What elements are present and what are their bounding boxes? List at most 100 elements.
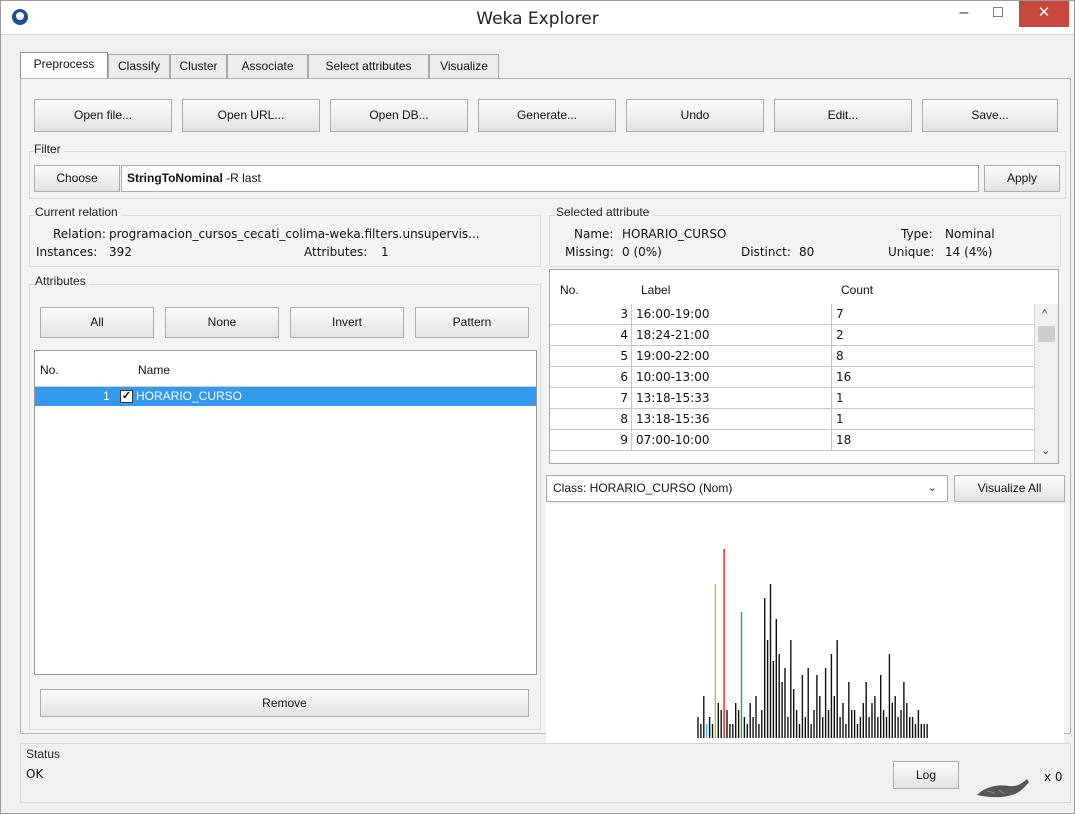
label-table-header: No. Label Count: [550, 270, 1058, 304]
selected-attribute-group: [549, 215, 1061, 267]
attributes-count-value: 1: [381, 245, 389, 259]
row-no: 9: [550, 430, 632, 451]
row-label: 18:24-21:00: [632, 325, 832, 346]
row-no: 5: [550, 346, 632, 367]
weka-bird-icon: [977, 779, 1029, 798]
apply-filter-button[interactable]: Apply: [984, 165, 1060, 192]
unique-label: Unique:: [888, 245, 935, 259]
row-count: 16: [832, 367, 1035, 388]
attribute-no: 1: [103, 389, 110, 403]
visualize-all-button[interactable]: Visualize All: [954, 475, 1065, 502]
unique-value: 14 (4%): [945, 245, 993, 259]
row-count: 1: [832, 388, 1035, 409]
generate-button[interactable]: Generate...: [478, 99, 616, 132]
row-label: 07:00-10:00: [632, 430, 832, 451]
type-value: Nominal: [945, 227, 995, 241]
name-value: HORARIO_CURSO: [622, 227, 727, 241]
instances-value: 392: [109, 245, 132, 259]
scroll-thumb[interactable]: [1038, 326, 1055, 342]
table-row[interactable]: 9 07:00-10:00 18: [550, 430, 1035, 451]
col-count-header[interactable]: Count: [841, 283, 873, 297]
instances-label: Instances:: [36, 245, 98, 259]
edit-button[interactable]: Edit...: [774, 99, 912, 132]
attributes-count-label: Attributes:: [304, 245, 368, 259]
tab-classify[interactable]: Classify: [108, 54, 170, 79]
tab-cluster[interactable]: Cluster: [170, 54, 227, 79]
attribute-checkbox[interactable]: ✓: [120, 390, 133, 403]
current-relation-group: [29, 215, 541, 267]
filter-options: -R last: [226, 171, 261, 185]
table-row[interactable]: 4 18:24-21:00 2: [550, 325, 1035, 346]
row-label: 13:18-15:33: [632, 388, 832, 409]
tab-associate[interactable]: Associate: [227, 54, 308, 79]
filter-text-field[interactable]: StringToNominal -R last: [121, 165, 979, 192]
col-no-header[interactable]: No.: [560, 283, 579, 297]
status-text: OK: [26, 767, 44, 781]
title-bar: Weka Explorer – □ ✕: [1, 1, 1074, 35]
label-count-table[interactable]: No. Label Count 3 16:00-19:00 7 4 18:24-21:0…: [549, 269, 1059, 464]
col-name-header[interactable]: Name: [138, 363, 170, 377]
row-count: 8: [832, 346, 1035, 367]
table-row[interactable]: 6 10:00-13:00 16: [550, 367, 1035, 388]
weka-explorer-window: Weka Explorer – □ ✕ Preprocess Classify …: [0, 0, 1075, 814]
current-relation-label: Current relation: [35, 205, 121, 219]
row-label: 13:18-15:36: [632, 409, 832, 430]
table-row[interactable]: 8 13:18-15:36 1: [550, 409, 1035, 430]
window-title: Weka Explorer: [476, 9, 599, 29]
undo-button[interactable]: Undo: [626, 99, 764, 132]
relation-value: programacion_cursos_cecati_colima-weka.f…: [109, 227, 480, 241]
select-all-button[interactable]: All: [40, 307, 154, 338]
missing-label: Missing:: [565, 245, 614, 259]
name-label: Name:: [574, 227, 614, 241]
col-no-header[interactable]: No.: [40, 363, 59, 377]
row-label: 10:00-13:00: [632, 367, 832, 388]
type-label: Type:: [901, 227, 933, 241]
invert-selection-button[interactable]: Invert: [290, 307, 404, 338]
table-row[interactable]: 5 19:00-22:00 8: [550, 346, 1035, 367]
row-label: 19:00-22:00: [632, 346, 832, 367]
status-group-label: Status: [26, 747, 61, 761]
relation-label: Relation:: [53, 227, 106, 241]
minimize-button[interactable]: –: [949, 1, 979, 27]
table-row[interactable]: 1 ✓ HORARIO_CURSO: [35, 387, 536, 406]
scroll-down-icon[interactable]: ⌄: [1041, 444, 1050, 457]
attributes-table[interactable]: No. Name 1 ✓ HORARIO_CURSO: [34, 350, 537, 675]
attributes-group-label: Attributes: [35, 274, 89, 288]
attribute-name: HORARIO_CURSO: [136, 389, 243, 403]
maximize-button[interactable]: □: [983, 1, 1013, 27]
distinct-label: Distinct:: [741, 245, 791, 259]
tab-preprocess[interactable]: Preprocess: [20, 52, 108, 79]
choose-filter-button[interactable]: Choose: [34, 165, 120, 192]
row-no: 8: [550, 409, 632, 430]
tab-visualize[interactable]: Visualize: [429, 54, 499, 79]
col-label-header[interactable]: Label: [641, 283, 670, 297]
row-count: 18: [832, 430, 1035, 451]
scroll-up-icon[interactable]: ^: [1042, 308, 1047, 320]
missing-value: 0 (0%): [622, 245, 662, 259]
filter-name: StringToNominal: [127, 171, 223, 185]
attributes-table-header: No. Name: [35, 351, 536, 387]
task-count: x 0: [1044, 770, 1063, 784]
vertical-scrollbar[interactable]: ^ ⌄: [1034, 304, 1058, 463]
selected-attribute-label: Selected attribute: [556, 205, 653, 219]
open-db-button[interactable]: Open DB...: [330, 99, 468, 132]
save-button[interactable]: Save...: [922, 99, 1058, 132]
class-attribute-select[interactable]: Class: HORARIO_CURSO (Nom) ⌄: [546, 475, 948, 502]
select-none-button[interactable]: None: [165, 307, 279, 338]
row-no: 6: [550, 367, 632, 388]
tab-select-attributes[interactable]: Select attributes: [308, 54, 429, 79]
chevron-down-icon: ⌄: [927, 482, 937, 494]
remove-button[interactable]: Remove: [40, 689, 529, 717]
table-row[interactable]: 3 16:00-19:00 7: [550, 304, 1035, 325]
row-no: 4: [550, 325, 632, 346]
log-button[interactable]: Log: [893, 761, 959, 789]
pattern-button[interactable]: Pattern: [415, 307, 529, 338]
row-no: 7: [550, 388, 632, 409]
open-url-button[interactable]: Open URL...: [182, 99, 320, 132]
table-row[interactable]: 7 13:18-15:33 1: [550, 388, 1035, 409]
row-count: 1: [832, 409, 1035, 430]
open-file-button[interactable]: Open file...: [34, 99, 172, 132]
filter-group-label: Filter: [34, 142, 64, 156]
row-count: 2: [832, 325, 1035, 346]
close-button[interactable]: ✕: [1019, 1, 1069, 27]
